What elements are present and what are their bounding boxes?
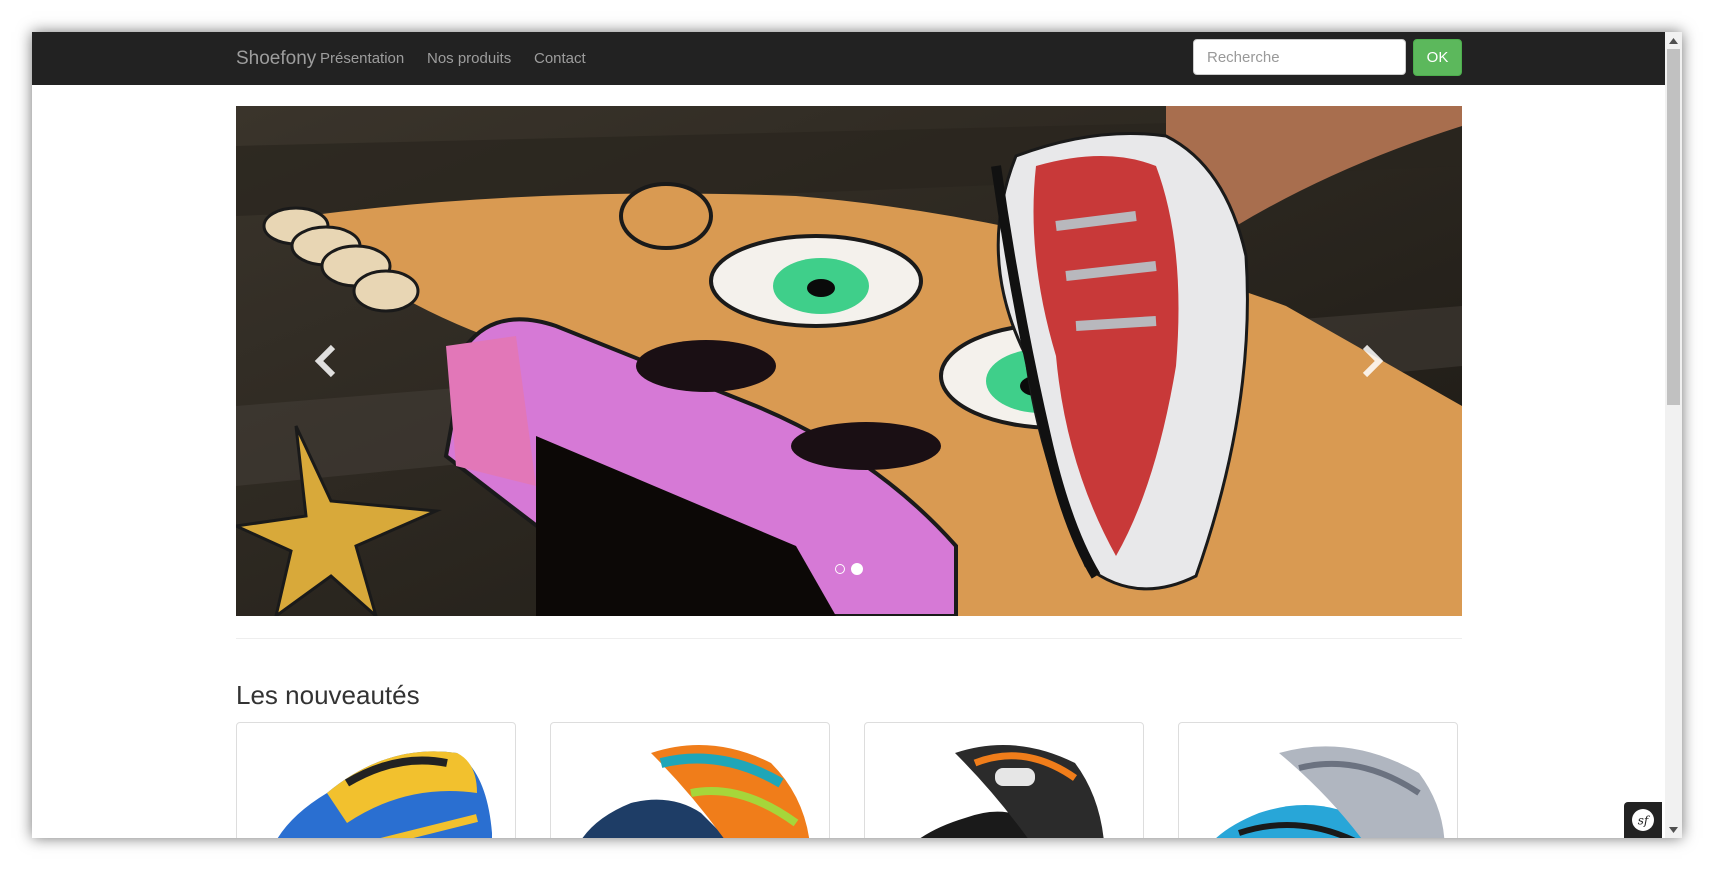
triangle-down-icon — [1669, 826, 1678, 833]
product-card-1[interactable] — [236, 722, 516, 838]
carousel-next-button[interactable] — [1282, 106, 1462, 616]
chevron-right-icon — [1362, 344, 1384, 378]
scroll-thumb[interactable] — [1667, 49, 1680, 405]
page-scrollbar[interactable] — [1665, 32, 1682, 838]
section-title: Les nouveautés — [236, 680, 420, 710]
section-divider — [236, 638, 1462, 639]
product-card-4[interactable] — [1178, 722, 1458, 838]
product-image-3 — [920, 745, 1104, 838]
product-image-1 — [277, 751, 492, 838]
nav-link-contact[interactable]: Contact — [534, 32, 586, 85]
chevron-left-icon — [314, 344, 336, 378]
carousel-indicators — [236, 563, 1462, 578]
nav-link-nos-produits[interactable]: Nos produits — [427, 32, 511, 85]
page-viewport: Shoefony Présentation Nos produits Conta… — [32, 32, 1665, 838]
search-input[interactable] — [1193, 39, 1406, 75]
navbar: Shoefony Présentation Nos produits Conta… — [32, 32, 1665, 85]
scroll-up-arrow[interactable] — [1665, 32, 1682, 49]
carousel-prev-button[interactable] — [236, 106, 416, 616]
product-image-4 — [1216, 746, 1445, 838]
hero-carousel — [236, 106, 1462, 616]
product-card-2[interactable] — [550, 722, 830, 838]
symfony-logo-icon: sf — [1632, 809, 1654, 831]
carousel-indicator-1[interactable] — [835, 564, 845, 574]
brand-link[interactable]: Shoefony — [236, 32, 316, 85]
triangle-up-icon — [1669, 37, 1678, 44]
browser-window: Shoefony Présentation Nos produits Conta… — [32, 32, 1682, 838]
hero-slide-image — [236, 106, 1462, 616]
symfony-toolbar-toggle[interactable]: sf — [1624, 802, 1662, 838]
carousel-indicator-2[interactable] — [851, 563, 863, 575]
scroll-down-arrow[interactable] — [1665, 821, 1682, 838]
search-ok-button[interactable]: OK — [1413, 39, 1462, 76]
product-card-3[interactable] — [864, 722, 1144, 838]
product-image-2 — [582, 745, 810, 838]
nav-link-presentation[interactable]: Présentation — [320, 32, 404, 85]
